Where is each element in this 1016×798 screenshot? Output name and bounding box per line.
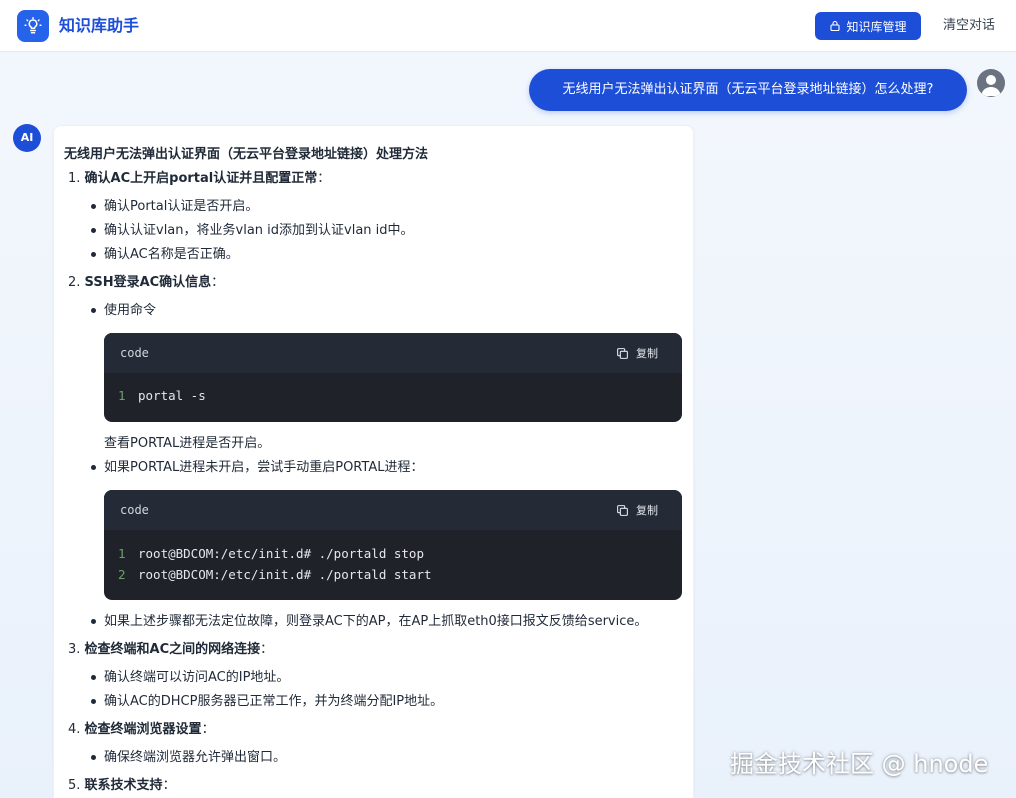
code-block-header: code 复制 xyxy=(104,490,682,530)
bullet xyxy=(91,619,96,624)
user-avatar-icon xyxy=(977,69,1005,97)
step-number: 3. xyxy=(68,642,81,657)
copy-button[interactable]: 复制 xyxy=(616,502,658,518)
step-title: 联系技术支持 xyxy=(84,778,163,793)
step-number: 2. xyxy=(68,275,81,290)
step-suffix: ： xyxy=(260,642,274,657)
line-number: 1 xyxy=(118,388,126,403)
list-item: 确认AC名称是否正确。 xyxy=(104,247,239,262)
code-text: root@BDCOM:/etc/init.d# ./portald stop xyxy=(138,546,424,561)
lock-icon xyxy=(830,20,841,32)
bullet xyxy=(91,252,96,257)
knowledge-base-manage-button[interactable]: 知识库管理 xyxy=(815,12,921,40)
copy-label: 复制 xyxy=(636,347,658,360)
paragraph: 查看PORTAL进程是否开启。 xyxy=(104,436,271,451)
list-item: 确认AC的DHCP服务器已正常工作，并为终端分配IP地址。 xyxy=(104,694,444,709)
step-2: 2. SSH登录AC确认信息： xyxy=(68,274,224,292)
code-block: code 复制 1 root@BDCOM:/etc/init.d# ./port… xyxy=(104,490,682,600)
code-block: code 复制 1 portal -s xyxy=(104,333,682,422)
line-number: 2 xyxy=(118,567,126,582)
step-suffix: ： xyxy=(211,275,225,290)
bullet xyxy=(91,465,96,470)
bullet xyxy=(91,204,96,209)
bullet xyxy=(91,699,96,704)
code-text: root@BDCOM:/etc/init.d# ./portald start xyxy=(138,567,432,582)
line-number: 1 xyxy=(118,546,126,561)
answer-heading: 无线用户无法弹出认证界面（无云平台登录地址链接）处理方法 xyxy=(64,147,429,162)
clear-chat-button[interactable]: 清空对话 xyxy=(936,14,1002,38)
app-header: 知识库助手 知识库管理 清空对话 xyxy=(0,0,1016,52)
knowledge-base-manage-label: 知识库管理 xyxy=(846,19,907,34)
step-number: 4. xyxy=(68,722,81,737)
bullet xyxy=(91,308,96,313)
copy-label: 复制 xyxy=(636,504,658,517)
copy-icon xyxy=(617,347,628,359)
code-block-header: code 复制 xyxy=(104,333,682,373)
watermark: 掘金技术社区 @ hnode xyxy=(730,750,989,778)
list-item: 如果PORTAL进程未开启，尝试手动重启PORTAL进程： xyxy=(104,460,424,475)
code-line: 1 portal -s xyxy=(118,385,668,406)
list-item: 确认终端可以访问AC的IP地址。 xyxy=(104,670,290,685)
code-body: 1 root@BDCOM:/etc/init.d# ./portald stop… xyxy=(104,530,682,597)
step-number: 1. xyxy=(68,171,81,186)
step-4: 4. 检查终端浏览器设置： xyxy=(68,721,215,739)
bullet xyxy=(91,755,96,760)
step-title: SSH登录AC确认信息 xyxy=(84,275,212,290)
step-3: 3. 检查终端和AC之间的网络连接： xyxy=(68,641,273,659)
bullet xyxy=(91,228,96,233)
copy-button[interactable]: 复制 xyxy=(616,345,658,361)
code-language-label: code xyxy=(120,503,149,517)
code-text: portal -s xyxy=(138,388,206,403)
ai-avatar: AI xyxy=(13,124,41,152)
step-title: 检查终端和AC之间的网络连接 xyxy=(84,642,261,657)
bullet xyxy=(91,675,96,680)
list-item: 确认Portal认证是否开启。 xyxy=(104,199,259,214)
code-body: 1 portal -s xyxy=(104,373,682,418)
step-1: 1. 确认AC上开启portal认证并且配置正常： xyxy=(68,170,330,188)
step-title: 确认AC上开启portal认证并且配置正常 xyxy=(84,171,318,186)
list-item: 如果上述步骤都无法定位故障，则登录AC下的AP，在AP上抓取eth0接口报文反馈… xyxy=(104,614,648,629)
code-line: 2 root@BDCOM:/etc/init.d# ./portald star… xyxy=(118,564,668,585)
step-title: 检查终端浏览器设置 xyxy=(84,722,202,737)
step-suffix: ： xyxy=(201,722,215,737)
step-5: 5. 联系技术支持： xyxy=(68,777,176,795)
copy-icon xyxy=(617,504,628,516)
lightbulb-icon xyxy=(17,10,49,42)
list-item: 确保终端浏览器允许弹出窗口。 xyxy=(104,750,287,765)
app-title: 知识库助手 xyxy=(59,16,140,35)
list-item: 使用命令 xyxy=(104,303,157,318)
step-suffix: ： xyxy=(162,778,176,793)
list-item: 确认认证vlan，将业务vlan id添加到认证vlan id中。 xyxy=(104,223,414,238)
step-number: 5. xyxy=(68,778,81,793)
code-line: 1 root@BDCOM:/etc/init.d# ./portald stop xyxy=(118,543,668,564)
step-suffix: ： xyxy=(317,171,331,186)
user-message-bubble: 无线用户无法弹出认证界面（无云平台登录地址链接）怎么处理? xyxy=(529,69,967,111)
code-language-label: code xyxy=(120,346,149,360)
